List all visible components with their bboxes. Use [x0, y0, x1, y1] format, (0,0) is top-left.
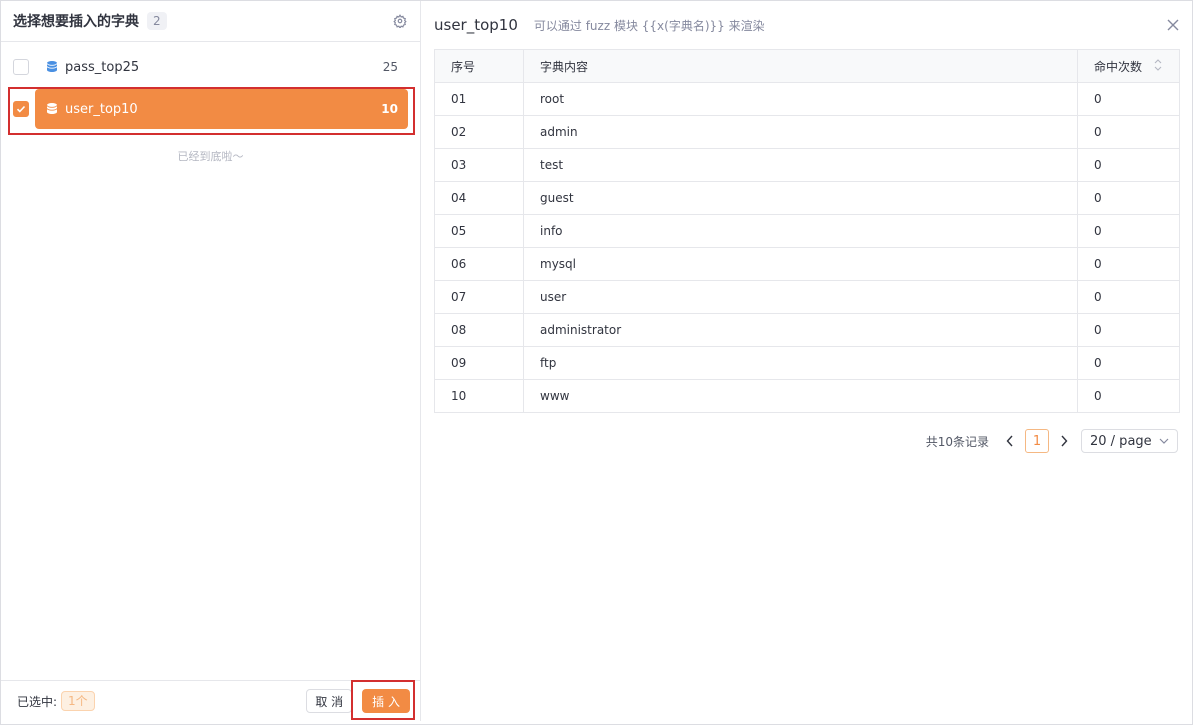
database-icon	[45, 102, 59, 116]
table-row: 10 www 0	[434, 379, 1180, 413]
cell-index: 03	[434, 148, 524, 182]
cell-content: user	[523, 280, 1078, 314]
dictionary-item-pass-top25[interactable]: pass_top25 25	[35, 47, 408, 87]
table-row: 06 mysql 0	[434, 247, 1180, 281]
cell-index: 04	[434, 181, 524, 215]
cell-hits: 0	[1077, 313, 1180, 347]
insert-button[interactable]: 插 入	[362, 689, 410, 713]
dictionary-entry-count: 25	[382, 60, 398, 74]
cell-index: 10	[434, 379, 524, 413]
cell-index: 07	[434, 280, 524, 314]
selected-count-badge: 1个	[61, 691, 95, 711]
cell-hits: 0	[1077, 247, 1180, 281]
cell-hits: 0	[1077, 214, 1180, 248]
table-row: 09 ftp 0	[434, 346, 1180, 380]
cell-hits: 0	[1077, 148, 1180, 182]
table-row: 07 user 0	[434, 280, 1180, 314]
cell-content: admin	[523, 115, 1078, 149]
cell-content: administrator	[523, 313, 1078, 347]
cell-content: info	[523, 214, 1078, 248]
chevron-left-icon[interactable]	[1003, 434, 1017, 448]
cell-content: test	[523, 148, 1078, 182]
dictionary-name: user_top10	[65, 101, 138, 117]
dictionary-insert-dialog: 选择想要插入的字典 2 pass_top25 25 user_top10 10 …	[0, 0, 1193, 725]
table-row: 02 admin 0	[434, 115, 1180, 149]
table-row: 05 info 0	[434, 214, 1180, 248]
table-row: 01 root 0	[434, 82, 1180, 116]
pagination: 共10条记录 1 20 / page	[926, 429, 1178, 453]
panel-title: 选择想要插入的字典	[13, 14, 139, 30]
cell-content: root	[523, 82, 1078, 116]
table-row: 03 test 0	[434, 148, 1180, 182]
dialog-footer: 已选中: 1个 取 消 插 入	[1, 680, 420, 721]
cell-hits: 0	[1077, 379, 1180, 413]
dictionary-title: user_top10	[434, 16, 518, 34]
cell-hits: 0	[1077, 115, 1180, 149]
chevron-right-icon[interactable]	[1057, 434, 1071, 448]
dictionary-name: pass_top25	[65, 59, 140, 75]
table-row: 04 guest 0	[434, 181, 1180, 215]
cell-content: guest	[523, 181, 1078, 215]
cell-index: 01	[434, 82, 524, 116]
table-row: 08 administrator 0	[434, 313, 1180, 347]
dictionary-entry-count: 10	[381, 102, 398, 116]
dictionary-list: pass_top25 25 user_top10 10 已经到底啦～	[1, 42, 420, 164]
cell-hits: 0	[1077, 280, 1180, 314]
dictionary-count-badge: 2	[147, 12, 167, 30]
page-size-select[interactable]: 20 / page	[1081, 429, 1178, 453]
column-header-hits[interactable]: 命中次数	[1077, 49, 1180, 83]
cell-index: 05	[434, 214, 524, 248]
cell-hits: 0	[1077, 181, 1180, 215]
cancel-button[interactable]: 取 消	[306, 689, 353, 713]
cell-hits: 0	[1077, 346, 1180, 380]
dictionary-list-header: 选择想要插入的字典 2	[1, 1, 420, 42]
cell-index: 08	[434, 313, 524, 347]
column-header-index: 序号	[434, 49, 524, 83]
column-header-hits-label: 命中次数	[1094, 59, 1143, 74]
dictionary-list-panel: 选择想要插入的字典 2 pass_top25 25 user_top10 10 …	[1, 1, 421, 721]
cell-hits: 0	[1077, 82, 1180, 116]
cell-content: www	[523, 379, 1078, 413]
chevron-down-icon	[1159, 437, 1169, 445]
list-item: pass_top25 25	[1, 46, 420, 88]
table-header-row: 序号 字典内容 命中次数	[434, 49, 1180, 83]
end-of-list-text: 已经到底啦～	[177, 150, 244, 163]
dictionary-checkbox[interactable]	[13, 101, 29, 117]
selected-label: 已选中:	[17, 694, 58, 709]
sort-icon[interactable]	[1153, 58, 1163, 72]
preview-header: user_top10 可以通过 fuzz 模块 {{x(字典名)}} 来渲染	[434, 1, 1180, 49]
usage-hint: 可以通过 fuzz 模块 {{x(字典名)}} 来渲染	[533, 18, 765, 33]
column-header-content: 字典内容	[523, 49, 1078, 83]
dictionary-checkbox[interactable]	[13, 59, 29, 75]
dictionary-preview-panel: user_top10 可以通过 fuzz 模块 {{x(字典名)}} 来渲染 序…	[422, 1, 1192, 721]
page-size-value: 20 / page	[1090, 433, 1152, 449]
page-number-current[interactable]: 1	[1025, 429, 1049, 453]
close-icon[interactable]	[1166, 18, 1180, 32]
table-body: 01 root 0 02 admin 0 03 test 0 04 guest 0 05 info 0 06 m…	[434, 82, 1180, 413]
cell-index: 09	[434, 346, 524, 380]
gear-icon[interactable]	[392, 13, 408, 29]
list-item: user_top10 10	[1, 88, 420, 130]
cell-content: ftp	[523, 346, 1078, 380]
dictionary-table: 序号 字典内容 命中次数 01 root 0 02 admin 0 03 test 0 04 gue…	[434, 49, 1180, 413]
dictionary-item-user-top10[interactable]: user_top10 10	[35, 89, 408, 129]
cell-index: 06	[434, 247, 524, 281]
cell-index: 02	[434, 115, 524, 149]
check-icon	[16, 105, 26, 113]
database-icon	[45, 60, 59, 74]
cell-content: mysql	[523, 247, 1078, 281]
total-records: 共10条记录	[925, 434, 989, 449]
